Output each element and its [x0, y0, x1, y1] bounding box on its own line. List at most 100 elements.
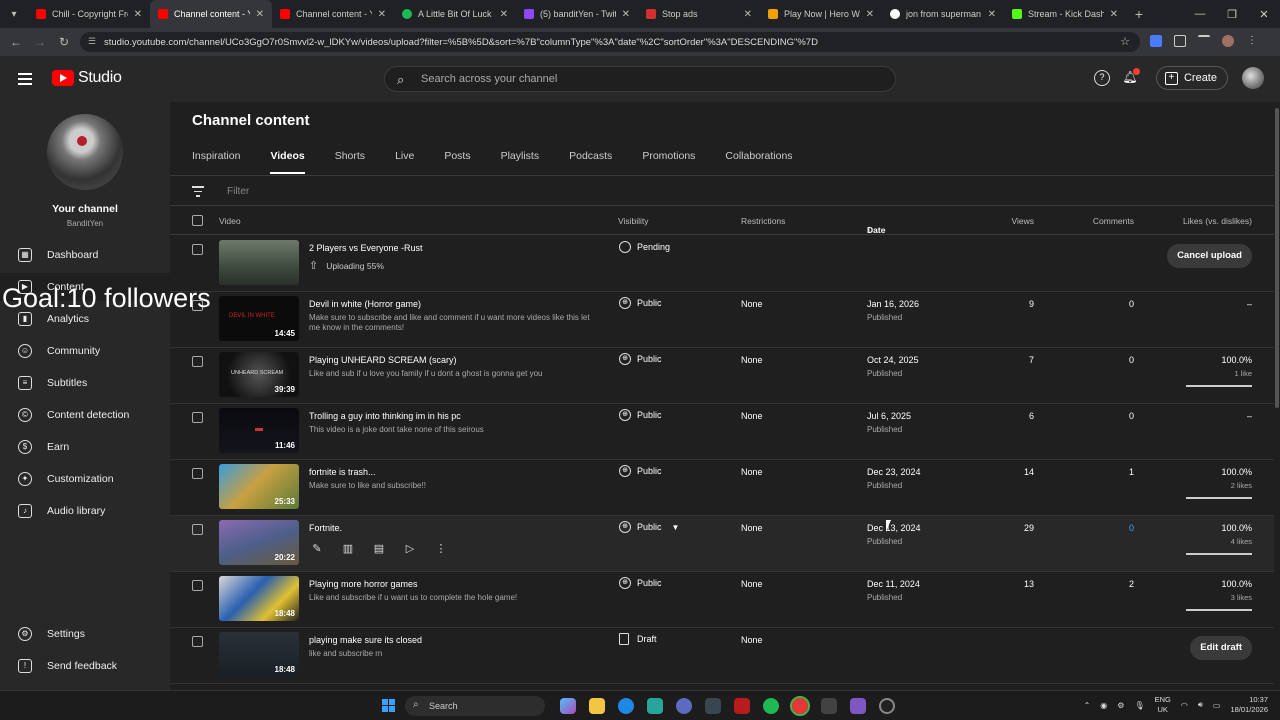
- voicemeeter-icon[interactable]: [734, 698, 750, 714]
- visibility-cell[interactable]: ⊕ Public: [619, 297, 662, 309]
- file-explorer-icon[interactable]: [589, 698, 605, 714]
- close-tab-icon[interactable]: ✕: [378, 9, 386, 20]
- create-button[interactable]: + Create: [1155, 66, 1228, 90]
- notifications-bell-icon[interactable]: 🔔︎: [1122, 68, 1140, 86]
- video-thumbnail[interactable]: DEVIL IN WHITE 14:45: [219, 296, 299, 341]
- filter-input[interactable]: Filter: [227, 186, 249, 197]
- video-thumbnail[interactable]: 18:48: [219, 576, 299, 621]
- youtube-view-icon[interactable]: ▷: [402, 542, 418, 555]
- filter-icon[interactable]: [192, 186, 204, 200]
- video-thumbnail[interactable]: [219, 240, 299, 285]
- tray-settings-icon[interactable]: ⚙: [1117, 701, 1124, 710]
- sidebar-item-subtitles[interactable]: ≡ Subtitles: [0, 369, 170, 397]
- chrome-icon[interactable]: [790, 696, 810, 716]
- tab-shorts[interactable]: Shorts: [335, 150, 365, 174]
- obs-icon[interactable]: [821, 698, 837, 714]
- browser-tab-active[interactable]: Channel content - YouTube ✕: [150, 0, 272, 28]
- sidebar-item-earn[interactable]: $ Earn: [0, 433, 170, 461]
- visibility-dropdown[interactable]: ⊕ Public ▼: [619, 521, 679, 533]
- video-title[interactable]: fortnite is trash...: [309, 467, 376, 477]
- close-tab-icon[interactable]: ✕: [500, 9, 508, 20]
- close-tab-icon[interactable]: ✕: [988, 9, 996, 20]
- back-icon[interactable]: ←: [4, 35, 28, 49]
- wifi-icon[interactable]: ◠: [1181, 701, 1188, 710]
- browser-tab[interactable]: Channel content - YouTube ✕: [272, 0, 394, 28]
- media-controls-icon[interactable]: [1198, 35, 1210, 47]
- video-thumbnail[interactable]: 20:22: [219, 520, 299, 565]
- video-title[interactable]: Trolling a guy into thinking im in his p…: [309, 411, 461, 421]
- column-likes[interactable]: Likes (vs. dislikes): [1183, 216, 1252, 226]
- visibility-cell[interactable]: ⊕ Public: [619, 465, 662, 477]
- video-title[interactable]: playing make sure its closed: [309, 635, 422, 645]
- video-thumbnail[interactable]: UNHEARD SCREAM 39:39: [219, 352, 299, 397]
- new-tab-icon[interactable]: +: [1126, 6, 1152, 22]
- comments-icon[interactable]: ▤: [371, 542, 387, 555]
- tab-podcasts[interactable]: Podcasts: [569, 150, 612, 174]
- browser-tab[interactable]: A Little Bit Of Luck ✕: [394, 0, 516, 28]
- analytics-icon[interactable]: ▥: [340, 542, 356, 555]
- video-title[interactable]: 2 Players vs Everyone -Rust: [309, 243, 423, 253]
- language-indicator[interactable]: ENG UK: [1155, 695, 1171, 715]
- close-tab-icon[interactable]: ✕: [744, 9, 752, 20]
- close-tab-icon[interactable]: ✕: [866, 9, 874, 20]
- table-row[interactable]: 18:48 playing make sure its closed like …: [170, 628, 1274, 684]
- row-checkbox[interactable]: [192, 636, 203, 647]
- tray-app-icon[interactable]: ◉: [1100, 701, 1107, 710]
- video-title[interactable]: Playing UNHEARD SCREAM (scary): [309, 355, 457, 365]
- menu-icon[interactable]: [18, 73, 32, 88]
- table-row[interactable]: 18:48 Playing more horror games Like and…: [170, 572, 1274, 628]
- browser-tab[interactable]: Chill - Copyright Free ✕: [28, 0, 150, 28]
- edit-draft-button[interactable]: Edit draft: [1190, 636, 1252, 660]
- app-icon[interactable]: [850, 698, 866, 714]
- select-all-checkbox[interactable]: [192, 215, 203, 226]
- table-row[interactable]: DEVIL IN WHITE 14:45 Devil in white (Horr…: [170, 292, 1274, 348]
- steam-icon[interactable]: [705, 698, 721, 714]
- tab-posts[interactable]: Posts: [444, 150, 470, 174]
- close-tab-icon[interactable]: ✕: [622, 9, 630, 20]
- column-visibility[interactable]: Visibility: [618, 216, 649, 226]
- video-title[interactable]: Fortnite.: [309, 523, 342, 533]
- battery-icon[interactable]: ▭: [1213, 701, 1221, 710]
- windows-start-icon[interactable]: [382, 699, 396, 713]
- column-views[interactable]: Views: [1011, 216, 1034, 226]
- store-icon[interactable]: [647, 698, 663, 714]
- close-tab-icon[interactable]: ✕: [134, 9, 142, 20]
- tab-search-icon[interactable]: ▾: [0, 0, 28, 28]
- table-row-hovered[interactable]: 20:22 Fortnite. ✎ ▥ ▤ ▷ ⋮ ⊕ Public ▼ None …: [170, 516, 1274, 572]
- more-options-icon[interactable]: ⋮: [433, 542, 449, 555]
- tab-live[interactable]: Live: [395, 150, 414, 174]
- site-info-icon[interactable]: ☰: [88, 36, 96, 47]
- sidebar-item-community[interactable]: ☺ Community: [0, 337, 170, 365]
- cancel-upload-button[interactable]: Cancel upload: [1167, 244, 1252, 268]
- channel-avatar[interactable]: [47, 114, 123, 190]
- sidebar-item-dashboard[interactable]: ▦ Dashboard: [0, 241, 170, 269]
- close-window-icon[interactable]: ✕: [1248, 8, 1280, 21]
- edge-browser-icon[interactable]: [618, 698, 634, 714]
- row-checkbox[interactable]: [192, 580, 203, 591]
- browser-tab[interactable]: (5) banditYen - Twitch ✕: [516, 0, 638, 28]
- browser-tab[interactable]: Stop ads ✕: [638, 0, 760, 28]
- tray-chevron-up-icon[interactable]: ⌃: [1084, 701, 1091, 710]
- taskbar-clock[interactable]: 10:37 18/01/2026: [1230, 695, 1268, 715]
- profile-avatar-icon[interactable]: [1222, 35, 1234, 47]
- minimize-icon[interactable]: —: [1184, 8, 1216, 20]
- video-title[interactable]: Playing more horror games: [309, 579, 418, 589]
- forward-icon[interactable]: →: [28, 35, 52, 49]
- tab-videos[interactable]: Videos: [270, 150, 305, 174]
- studio-logo[interactable]: Studio: [52, 69, 122, 87]
- comments-link[interactable]: 0: [1129, 523, 1134, 533]
- extension-icon[interactable]: [1150, 35, 1162, 47]
- sidebar-item-customization[interactable]: ✦ Customization: [0, 465, 170, 493]
- copilot-icon[interactable]: [560, 698, 576, 714]
- chevron-down-icon[interactable]: ▼: [672, 523, 680, 532]
- row-checkbox[interactable]: [192, 412, 203, 423]
- browser-tab[interactable]: jon from superman ✕: [882, 0, 1004, 28]
- column-comments[interactable]: Comments: [1093, 216, 1134, 226]
- tab-promotions[interactable]: Promotions: [642, 150, 695, 174]
- account-avatar[interactable]: [1242, 67, 1264, 89]
- search-input[interactable]: ⌕ Search across your channel: [384, 66, 896, 92]
- spotify-icon[interactable]: [763, 698, 779, 714]
- table-row[interactable]: 11:46 Trolling a guy into thinking im in…: [170, 404, 1274, 460]
- sidebar-item-audio-library[interactable]: ♪ Audio library: [0, 497, 170, 525]
- tab-inspiration[interactable]: Inspiration: [192, 150, 240, 174]
